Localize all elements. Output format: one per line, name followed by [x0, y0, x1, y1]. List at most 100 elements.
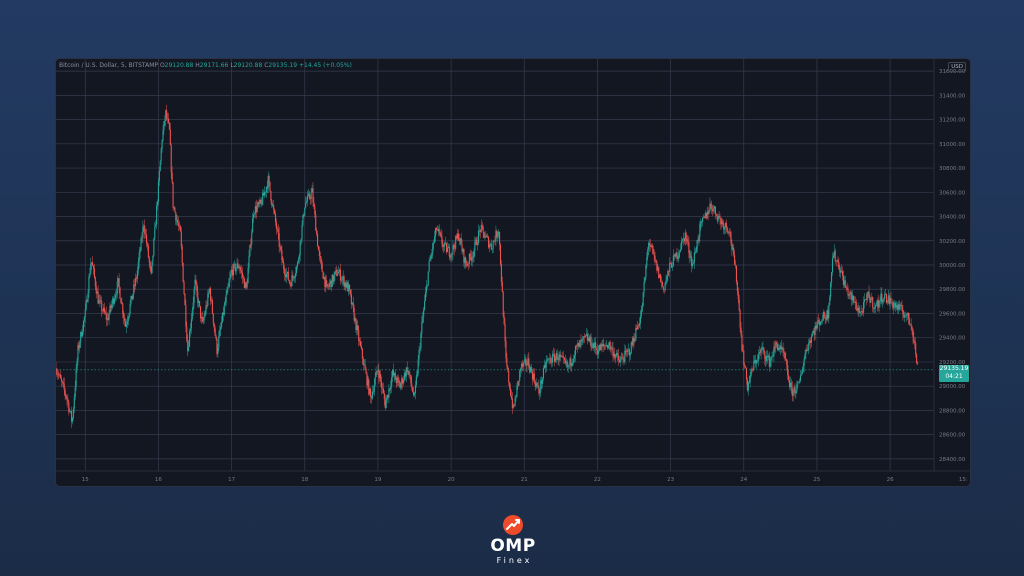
candle-body: [597, 351, 599, 355]
candle-body: [629, 353, 631, 356]
candle-body: [327, 284, 329, 287]
candle-body: [855, 301, 857, 310]
candle-body: [440, 233, 442, 237]
candle-body: [419, 348, 421, 350]
price-axis[interactable]: 31600.0031400.0031200.0031000.0030800.00…: [933, 59, 966, 471]
candle-body: [677, 257, 679, 259]
candle-body: [426, 285, 428, 286]
candle-body: [646, 257, 648, 266]
candle-body: [803, 359, 805, 366]
time-axis[interactable]: 15 16 17 18 19 20 21 22 23 24 25 26 15:: [56, 470, 970, 483]
candle-body: [88, 276, 90, 294]
candle-body: [617, 355, 620, 360]
candle-body: [491, 248, 493, 250]
candle-body: [653, 253, 655, 256]
candle-body: [148, 257, 150, 263]
candle-body: [208, 292, 210, 294]
candle-body: [85, 300, 87, 310]
candle-body: [177, 219, 179, 224]
candle-body: [486, 235, 488, 237]
x-tick-label: 21: [521, 477, 528, 483]
candle-body: [441, 236, 443, 244]
candle-body: [573, 358, 575, 363]
candle-body: [804, 353, 806, 360]
candle-body: [161, 140, 163, 149]
candle-body: [554, 357, 556, 362]
candle-body: [875, 305, 877, 306]
candle-body: [786, 360, 788, 366]
candle-body: [685, 232, 687, 239]
candle-body: [240, 269, 242, 272]
candle-body: [57, 373, 59, 375]
candle-body: [94, 277, 96, 287]
candle-body: [852, 295, 855, 303]
candle-body: [193, 289, 195, 303]
candle-body: [736, 281, 738, 292]
candle-body: [912, 329, 914, 337]
candle-body: [473, 250, 475, 258]
y-tick-label: 30000.00: [939, 263, 966, 269]
currency-badge[interactable]: USD: [948, 62, 966, 72]
candle-body: [481, 224, 483, 227]
candle-body: [56, 368, 57, 374]
candle-body: [428, 260, 430, 272]
candle-body: [241, 271, 243, 273]
candle-body: [669, 263, 671, 272]
candle-body: [508, 370, 510, 383]
candle-body: [788, 375, 790, 381]
candle-body: [166, 110, 168, 119]
candle-body: [664, 283, 666, 290]
candle-body: [750, 369, 752, 377]
candle-body: [890, 298, 892, 303]
candlestick-chart[interactable]: 31600.0031400.0031200.0031000.0030800.00…: [56, 59, 970, 486]
candle-body: [884, 294, 886, 299]
candle-body: [163, 121, 165, 131]
candle-body: [654, 255, 656, 261]
candle-body: [503, 316, 505, 325]
candle-body: [61, 381, 63, 383]
candle-body: [357, 325, 359, 331]
candle-body: [561, 355, 563, 357]
candle-body: [189, 328, 191, 332]
candle-body: [71, 417, 74, 422]
candle-body: [191, 310, 193, 320]
candle-body: [730, 232, 732, 243]
candle-body: [590, 336, 592, 348]
candle-body: [223, 304, 225, 315]
candle-body: [145, 234, 148, 244]
candle-body: [182, 262, 184, 282]
candle-body: [242, 272, 244, 278]
candle-body: [273, 204, 275, 210]
candle-body: [146, 243, 149, 246]
candle-body: [74, 386, 76, 398]
candle-body: [834, 250, 836, 261]
candle-body: [167, 118, 169, 119]
candle-body: [365, 369, 367, 374]
candle-body: [753, 360, 755, 371]
candle-body: [453, 245, 455, 248]
candle-body: [645, 265, 647, 278]
candle-body: [800, 374, 802, 376]
candle-body: [883, 298, 885, 300]
candle-body: [142, 226, 144, 238]
y-tick-label: 31200.00: [939, 118, 966, 124]
candle-body: [125, 324, 127, 327]
candle-body: [333, 275, 335, 282]
candle-body: [696, 240, 698, 251]
candle-body: [552, 353, 554, 363]
candle-body: [156, 201, 159, 206]
candle-body: [829, 296, 831, 306]
chart-panel[interactable]: 31600.00 31400.00 31200.00 31000.00 30800.00…: [55, 58, 971, 487]
candle-body: [863, 299, 866, 302]
candle-body: [796, 384, 798, 393]
candle-body: [874, 305, 877, 308]
candle-body: [228, 282, 230, 287]
candle-body: [722, 221, 724, 224]
candle-body: [204, 313, 206, 317]
candle-body: [186, 326, 188, 341]
candle-body: [563, 357, 566, 361]
candle-body: [210, 288, 212, 301]
candle-body: [312, 188, 314, 203]
candle-body: [422, 317, 424, 323]
candle-body: [101, 301, 103, 311]
